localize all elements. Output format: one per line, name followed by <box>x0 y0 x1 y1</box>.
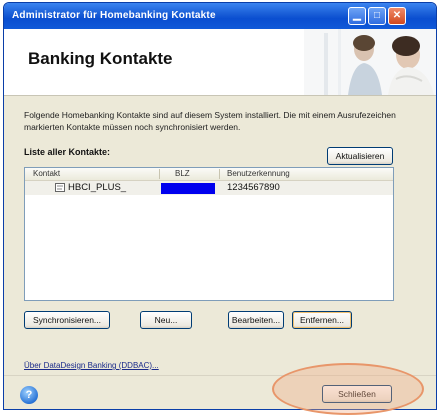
content-area: Folgende Homebanking Kontakte sind auf d… <box>4 95 436 375</box>
maximize-icon: □ <box>373 10 381 21</box>
contact-icon <box>55 183 65 192</box>
highlight-annotation <box>272 363 424 415</box>
people-photo <box>304 29 436 95</box>
minimize-icon: ▁ <box>353 10 361 21</box>
title-bar[interactable]: Administrator für Homebanking Kontakte ▁… <box>4 3 436 29</box>
user-id-value: 1234567890 <box>227 182 280 193</box>
table-row[interactable]: HBCI_PLUS_ 1234567890 <box>25 181 393 195</box>
window-title: Administrator für Homebanking Kontakte <box>12 10 216 21</box>
header-banner: Banking Kontakte <box>4 29 436 96</box>
dialog-window: Administrator für Homebanking Kontakte ▁… <box>3 2 437 410</box>
column-header-benutzerkennung[interactable]: Benutzerkennung <box>227 169 290 178</box>
new-button[interactable]: Neu... <box>140 311 192 329</box>
about-link[interactable]: Über DataDesign Banking (DDBAC)... <box>24 361 159 370</box>
column-divider[interactable] <box>219 169 220 179</box>
maximize-button[interactable]: □ <box>368 7 386 25</box>
column-header-blz[interactable]: BLZ <box>175 169 190 178</box>
column-divider[interactable] <box>159 169 160 179</box>
list-label: Liste aller Kontakte: <box>24 147 111 157</box>
remove-button[interactable]: Entfernen... <box>292 311 352 329</box>
minimize-button[interactable]: ▁ <box>348 7 366 25</box>
edit-button[interactable]: Bearbeiten... <box>228 311 284 329</box>
page-title: Banking Kontakte <box>28 49 173 68</box>
contact-name: HBCI_PLUS_ <box>68 182 127 193</box>
synchronize-button[interactable]: Synchronisieren... <box>24 311 110 329</box>
contact-list[interactable]: Kontakt BLZ Benutzerkennung HBCI_PLUS_ 1… <box>24 167 394 301</box>
intro-text: Folgende Homebanking Kontakte sind auf d… <box>24 110 396 132</box>
list-header: Kontakt BLZ Benutzerkennung <box>25 168 393 181</box>
blz-value <box>161 183 215 194</box>
help-icon[interactable]: ? <box>20 386 38 404</box>
close-window-button[interactable]: ✕ <box>388 7 406 25</box>
close-icon: ✕ <box>392 10 402 21</box>
refresh-button[interactable]: Aktualisieren <box>327 147 393 165</box>
column-header-kontakt[interactable]: Kontakt <box>33 169 60 178</box>
